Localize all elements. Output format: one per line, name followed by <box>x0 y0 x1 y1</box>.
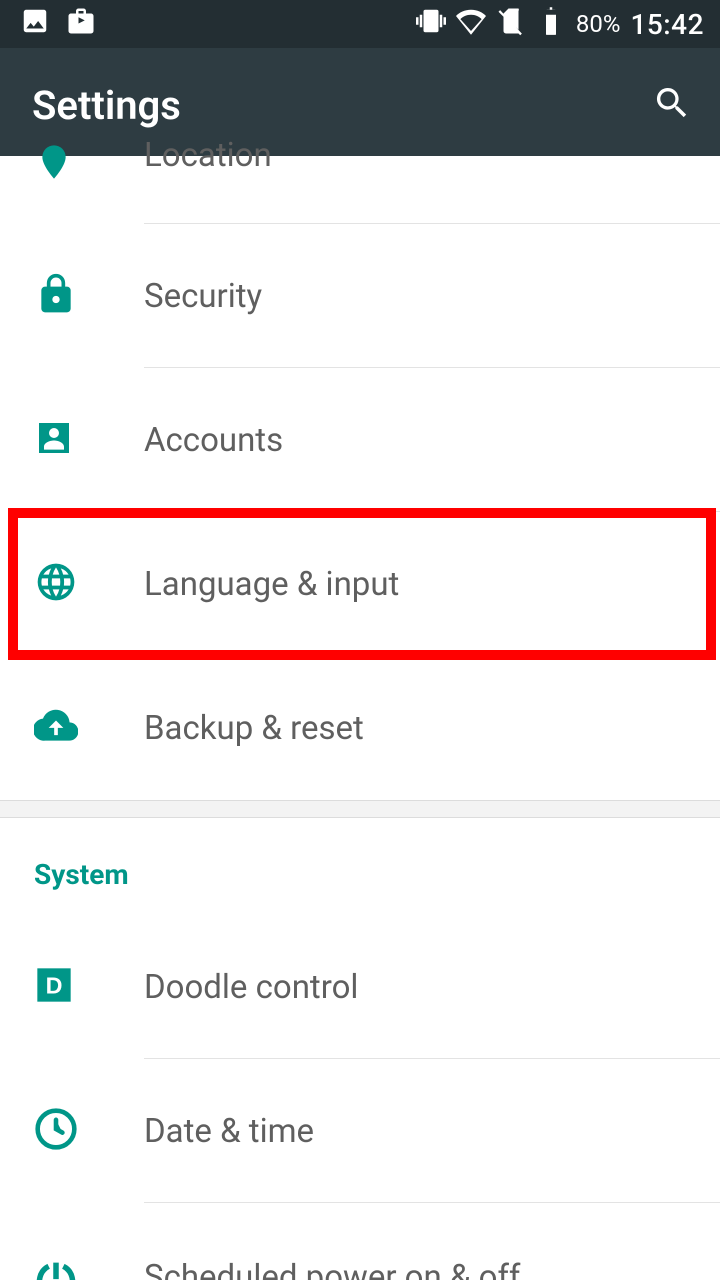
settings-item-language-input[interactable]: Language & input <box>0 512 720 656</box>
clock-icon <box>34 1107 78 1155</box>
account-icon <box>34 418 74 462</box>
settings-item-accounts[interactable]: Accounts <box>0 368 720 512</box>
settings-item-label: Scheduled power on & off <box>144 1258 520 1280</box>
wifi-icon <box>456 6 486 43</box>
settings-list: Location Security Accounts <box>0 156 720 1280</box>
search-icon[interactable] <box>652 83 692 127</box>
settings-item-label: Security <box>144 277 262 316</box>
power-icon <box>34 1259 78 1280</box>
battery-icon <box>536 6 566 43</box>
settings-item-scheduled-power[interactable]: Scheduled power on & off <box>0 1203 720 1280</box>
status-bar: 80% 15:42 <box>0 0 720 48</box>
settings-item-label: Doodle control <box>144 968 358 1007</box>
section-header-system: System <box>0 818 720 915</box>
cloud-upload-icon <box>34 704 78 752</box>
settings-item-doodle[interactable]: D Doodle control <box>0 915 720 1059</box>
doodle-icon: D <box>34 965 74 1009</box>
page-title: Settings <box>32 82 181 129</box>
settings-item-label: Language & input <box>144 565 399 604</box>
settings-item-label: Location <box>144 136 272 175</box>
no-sim-icon <box>496 6 526 43</box>
battery-percent: 80% <box>576 10 621 38</box>
settings-item-backup-reset[interactable]: Backup & reset <box>0 656 720 800</box>
lock-icon <box>34 272 78 320</box>
status-clock: 15:42 <box>630 8 704 41</box>
play-store-icon <box>66 6 96 43</box>
globe-icon <box>34 560 78 608</box>
location-icon <box>34 142 74 186</box>
settings-item-location[interactable]: Location <box>0 156 720 224</box>
svg-text:D: D <box>46 972 63 998</box>
settings-item-security[interactable]: Security <box>0 224 720 368</box>
settings-item-date-time[interactable]: Date & time <box>0 1059 720 1203</box>
app-header: Settings <box>0 48 720 162</box>
settings-item-label: Accounts <box>144 421 283 460</box>
section-divider <box>0 800 720 818</box>
vibrate-icon <box>416 6 446 43</box>
settings-item-label: Backup & reset <box>144 709 364 748</box>
picture-icon <box>20 6 50 43</box>
settings-item-label: Date & time <box>144 1112 314 1151</box>
